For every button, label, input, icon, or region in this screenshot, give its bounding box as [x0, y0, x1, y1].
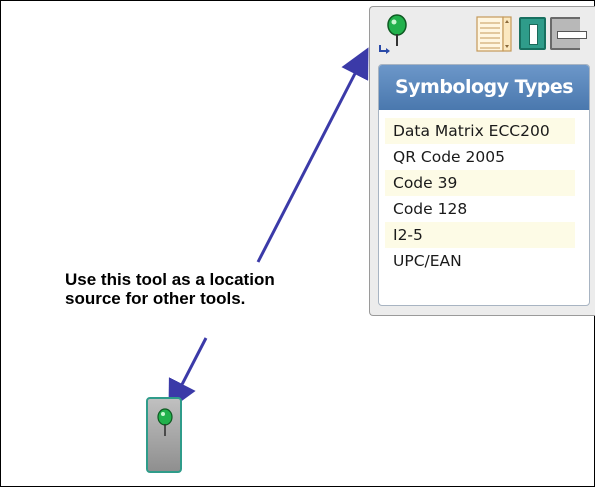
- symbology-item[interactable]: UPC/EAN: [385, 248, 575, 274]
- arrow-to-toolbar: [256, 47, 369, 263]
- single-result-bar: [529, 24, 538, 45]
- toolbar: [370, 7, 595, 59]
- arrow-to-small-tool: [168, 337, 208, 411]
- single-result-icon[interactable]: [519, 17, 546, 50]
- symbology-item[interactable]: QR Code 2005: [385, 144, 575, 170]
- symbology-list: Data Matrix ECC200 QR Code 2005 Code 39 …: [385, 118, 589, 274]
- minus-bar: [557, 31, 587, 39]
- callout-line-2: source for other tools.: [65, 289, 246, 308]
- tool-panel: Symbology Types Data Matrix ECC200 QR Co…: [369, 6, 595, 316]
- callout-line-1: Use this tool as a location: [65, 270, 275, 289]
- location-pin-icon: [157, 408, 173, 436]
- symbology-item[interactable]: Data Matrix ECC200: [385, 118, 575, 144]
- list-view-icon[interactable]: [474, 15, 514, 55]
- locator-tool-button[interactable]: [146, 397, 182, 473]
- symbology-item[interactable]: I2-5: [385, 222, 575, 248]
- symbology-header: Symbology Types: [379, 65, 589, 110]
- symbology-list-box: Symbology Types Data Matrix ECC200 QR Co…: [378, 64, 590, 306]
- callout-text: Use this tool as a location source for o…: [65, 270, 365, 308]
- symbology-item[interactable]: Code 39: [385, 170, 575, 196]
- location-pin-icon[interactable]: [378, 13, 412, 55]
- minus-icon[interactable]: [550, 17, 587, 50]
- symbology-item[interactable]: Code 128: [385, 196, 575, 222]
